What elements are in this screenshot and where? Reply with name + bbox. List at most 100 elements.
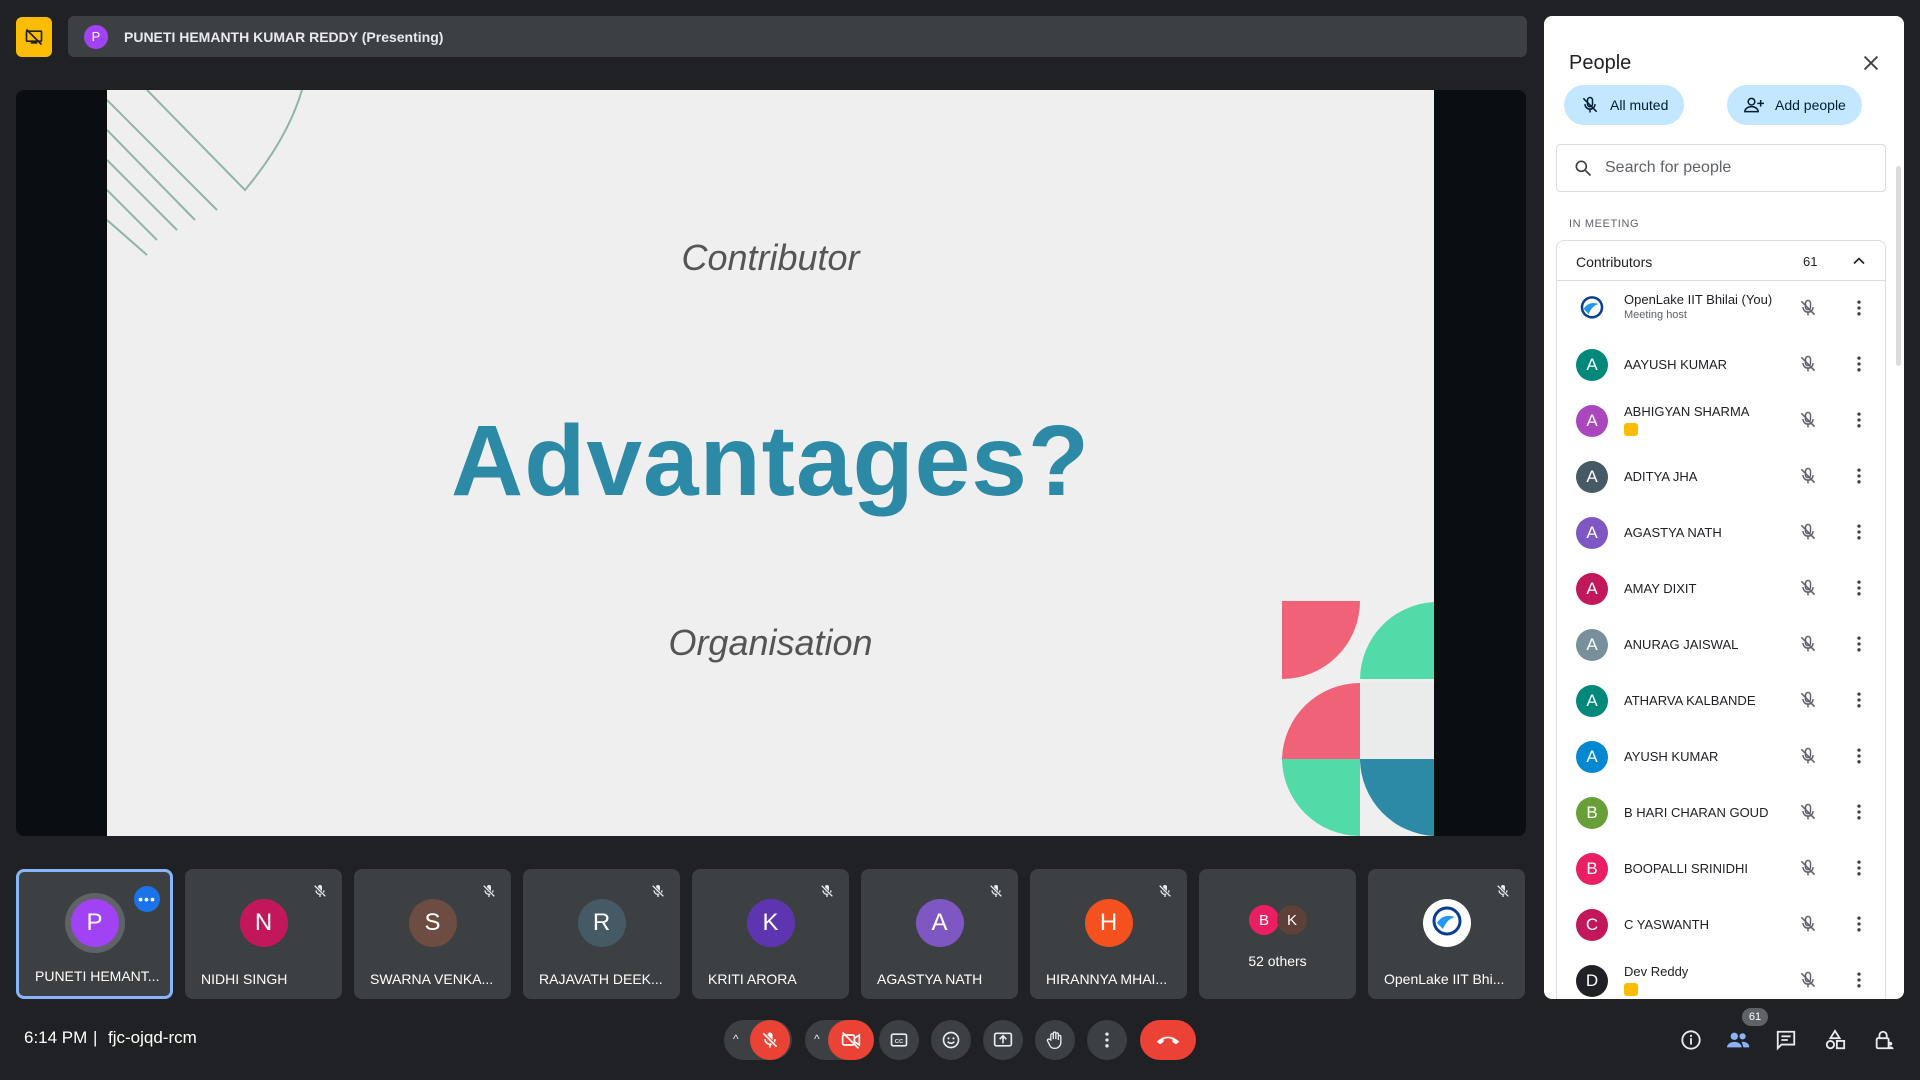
participant-name: HIRANNYA MHAI... bbox=[1046, 971, 1168, 987]
list-item[interactable]: C C YASWANTH bbox=[1557, 897, 1885, 953]
audio-options-chevron-up-icon[interactable]: ^ bbox=[733, 1032, 739, 1046]
list-item[interactable]: A ATHARVA KALBANDE bbox=[1557, 673, 1885, 729]
meeting-clock: 6:14 PM bbox=[24, 1028, 88, 1047]
more-vert-icon[interactable] bbox=[1849, 466, 1869, 491]
more-vert-icon[interactable] bbox=[1849, 858, 1869, 883]
mic-off-icon[interactable] bbox=[1798, 578, 1818, 603]
mic-off-icon bbox=[312, 883, 328, 904]
slide-subtitle-bottom: Organisation bbox=[668, 622, 873, 663]
list-item[interactable]: A ADITYA JHA bbox=[1557, 449, 1885, 505]
more-vert-icon[interactable] bbox=[1849, 354, 1869, 379]
person-add-icon bbox=[1744, 97, 1764, 113]
meeting-details-button[interactable] bbox=[1675, 1024, 1707, 1056]
others-tile[interactable]: B K 52 others bbox=[1199, 869, 1356, 999]
reactions-button[interactable] bbox=[931, 1020, 971, 1060]
more-vert-icon[interactable] bbox=[1849, 578, 1869, 603]
mute-all-button[interactable]: All muted bbox=[1564, 85, 1685, 125]
participant-name: AGASTYA NATH bbox=[1624, 525, 1722, 540]
present-now-button[interactable] bbox=[983, 1020, 1023, 1060]
mic-off-icon[interactable] bbox=[1798, 690, 1818, 715]
search-input[interactable] bbox=[1605, 159, 1865, 177]
list-item[interactable]: A AGASTYA NATH bbox=[1557, 505, 1885, 561]
list-item[interactable]: B B HARI CHARAN GOUD bbox=[1557, 785, 1885, 841]
contributors-group-header[interactable]: Contributors 61 bbox=[1557, 241, 1885, 281]
more-vert-icon[interactable] bbox=[1849, 298, 1869, 323]
participant-name: OpenLake IIT Bhi... bbox=[1384, 971, 1505, 987]
avatar: A bbox=[1576, 629, 1608, 661]
chevron-up-icon[interactable] bbox=[1849, 251, 1869, 271]
avatar: R bbox=[577, 899, 626, 947]
slide-decoration-lines bbox=[107, 90, 303, 256]
panel-scrollbar[interactable] bbox=[1896, 166, 1901, 366]
participant-tile[interactable]: A AGASTYA NATH bbox=[861, 869, 1018, 999]
participant-tile[interactable]: S SWARNA VENKA... bbox=[354, 869, 511, 999]
mic-off-icon[interactable] bbox=[1798, 970, 1818, 995]
list-item[interactable]: D Dev Reddy bbox=[1557, 953, 1885, 999]
participant-tile[interactable]: OpenLake IIT Bhi... bbox=[1368, 869, 1525, 999]
chat-button[interactable] bbox=[1770, 1024, 1802, 1056]
participant-name: NIDHI SINGH bbox=[201, 971, 288, 987]
panel-title: People bbox=[1569, 52, 1632, 74]
microphone-toggle-button[interactable] bbox=[750, 1020, 790, 1060]
participant-tile[interactable]: K KRITI ARORA bbox=[692, 869, 849, 999]
people-button[interactable] bbox=[1722, 1024, 1754, 1056]
list-item[interactable]: A AMAY DIXIT bbox=[1557, 561, 1885, 617]
avatar: D bbox=[1576, 965, 1608, 997]
participant-tile[interactable]: H HIRANNYA MHAI... bbox=[1030, 869, 1187, 999]
list-item[interactable]: A AAYUSH KUMAR bbox=[1557, 337, 1885, 393]
mic-off-icon[interactable] bbox=[1798, 802, 1818, 827]
more-vert-icon[interactable] bbox=[1849, 690, 1869, 715]
leave-call-button[interactable] bbox=[1140, 1020, 1196, 1060]
mic-off-icon bbox=[1495, 883, 1511, 904]
people-search[interactable] bbox=[1556, 144, 1886, 192]
list-item[interactable]: OpenLake IIT Bhilai (You) Meeting host bbox=[1557, 281, 1885, 337]
camera-off-icon bbox=[841, 1031, 861, 1049]
more-vert-icon[interactable] bbox=[1849, 634, 1869, 659]
present-screen-icon bbox=[993, 1032, 1013, 1047]
mic-off-icon[interactable] bbox=[1798, 746, 1818, 771]
mic-off-icon[interactable] bbox=[1798, 522, 1818, 547]
hang-up-icon bbox=[1156, 1036, 1180, 1045]
participant-tile[interactable]: R RAJAVATH DEEK... bbox=[523, 869, 680, 999]
close-icon[interactable] bbox=[1860, 52, 1882, 74]
add-people-button[interactable]: Add people bbox=[1727, 85, 1862, 125]
list-item[interactable]: A ANURAG JAISWAL bbox=[1557, 617, 1885, 673]
more-vert-icon[interactable] bbox=[1849, 970, 1869, 995]
info-icon bbox=[1681, 1030, 1701, 1050]
mic-off-icon[interactable] bbox=[1798, 354, 1818, 379]
list-item[interactable]: A AYUSH KUMAR bbox=[1557, 729, 1885, 785]
lock-person-icon bbox=[1875, 1030, 1894, 1050]
mic-off-icon[interactable] bbox=[1798, 634, 1818, 659]
more-options-button[interactable] bbox=[1087, 1020, 1127, 1060]
presenting-indicator-icon[interactable] bbox=[16, 17, 52, 57]
tile-more-options-button[interactable]: ••• bbox=[134, 886, 160, 912]
presenting-badge-icon bbox=[1624, 423, 1638, 436]
mic-off-icon[interactable] bbox=[1798, 298, 1818, 323]
captions-button[interactable]: CC bbox=[879, 1020, 919, 1060]
more-vert-icon[interactable] bbox=[1849, 802, 1869, 827]
video-options-chevron-up-icon[interactable]: ^ bbox=[814, 1032, 820, 1046]
camera-toggle-button[interactable] bbox=[828, 1020, 874, 1060]
raise-hand-button[interactable] bbox=[1035, 1020, 1075, 1060]
mute-all-label: All muted bbox=[1610, 97, 1669, 113]
more-vert-icon[interactable] bbox=[1849, 410, 1869, 435]
more-vert-icon[interactable] bbox=[1849, 914, 1869, 939]
participant-name: BOOPALLI SRINIDHI bbox=[1624, 861, 1749, 876]
host-controls-button[interactable] bbox=[1868, 1024, 1900, 1056]
presenter-bar[interactable]: P PUNETI HEMANTH KUMAR REDDY (Presenting… bbox=[68, 16, 1527, 57]
mic-off-icon[interactable] bbox=[1798, 914, 1818, 939]
more-vert-icon[interactable] bbox=[1849, 522, 1869, 547]
list-item[interactable]: A ABHIGYAN SHARMA bbox=[1557, 393, 1885, 449]
list-item[interactable]: B BOOPALLI SRINIDHI bbox=[1557, 841, 1885, 897]
more-vert-icon[interactable] bbox=[1849, 746, 1869, 771]
mic-off-icon[interactable] bbox=[1798, 858, 1818, 883]
mic-off-icon[interactable] bbox=[1798, 466, 1818, 491]
participant-tile[interactable]: ••• P PUNETI HEMANT... bbox=[16, 869, 173, 999]
participant-name: RAJAVATH DEEK... bbox=[539, 971, 663, 987]
mic-off-icon[interactable] bbox=[1798, 410, 1818, 435]
openlake-logo-icon bbox=[1576, 293, 1608, 325]
contributors-group: Contributors 61 OpenLake IIT Bhilai (You… bbox=[1556, 240, 1886, 999]
participant-tile[interactable]: N NIDHI SINGH bbox=[185, 869, 342, 999]
presenter-avatar: P bbox=[84, 24, 108, 49]
activities-button[interactable] bbox=[1819, 1024, 1851, 1056]
